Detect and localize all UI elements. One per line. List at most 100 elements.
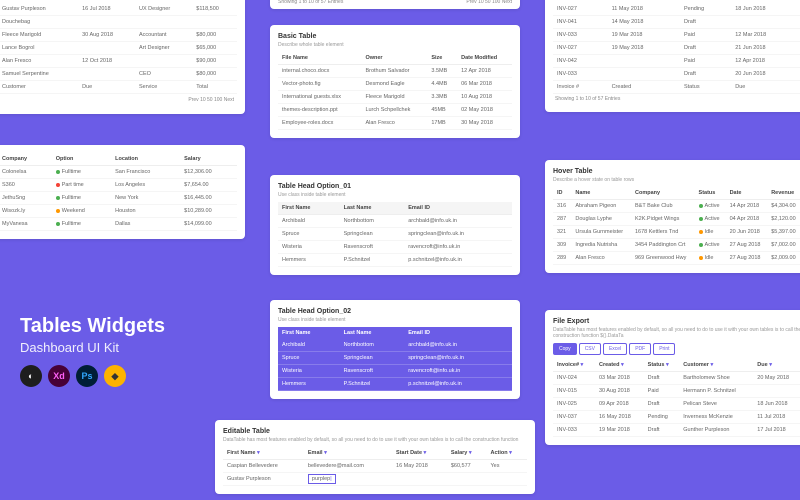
col-header: Name bbox=[571, 187, 631, 200]
print-button[interactable]: Print bbox=[653, 343, 675, 355]
cell: Draft bbox=[680, 68, 731, 81]
table-row[interactable]: themes-description.pptLurch Schpellchek4… bbox=[278, 104, 512, 117]
table-row[interactable]: Lance BogrolArt Designer$65,000 bbox=[0, 42, 237, 55]
cell: $7,654.00 bbox=[180, 179, 237, 192]
cell: INV-025 bbox=[553, 398, 595, 411]
cell: Ravenscroft bbox=[340, 365, 405, 378]
table-row[interactable]: INV-01530 Aug 2018PaidHermann P. Schnitz… bbox=[553, 385, 800, 398]
cell: 06 Mar 2018 bbox=[457, 78, 512, 91]
col-header: Date Modified bbox=[457, 52, 512, 65]
table-row[interactable]: ArchibaldNorthbottomarchbald@info.uk.in bbox=[278, 339, 512, 352]
table-row[interactable]: INV-033Draft20 Jun 2018 bbox=[553, 68, 800, 81]
table-row[interactable]: Caspian Bellevederebellevedere@mail.com1… bbox=[223, 460, 527, 473]
table-row[interactable]: Wisozk.lyWeekendHouston$10,289.00 bbox=[0, 205, 237, 218]
table-row[interactable]: CustomerDueServiceTotal bbox=[0, 81, 237, 94]
sketch-icon: ◆ bbox=[104, 365, 126, 387]
table-row[interactable]: HemmersP.Schnitzelp.schnitzel@info.uk.in bbox=[278, 378, 512, 391]
col-header: Size bbox=[427, 52, 457, 65]
table-row[interactable]: 287Douglas LypheK2K.Pidget WingsActive04… bbox=[553, 213, 800, 226]
cell: Spruce bbox=[278, 352, 340, 365]
cell: 19 Mar 2018 bbox=[608, 29, 680, 42]
pager[interactable]: Prev 10 50 100 Next bbox=[0, 94, 237, 106]
table-row[interactable]: Fleece Marigold30 Aug 2018Accountant$80,… bbox=[0, 29, 237, 42]
table-row[interactable]: INV-042Paid12 Apr 2018 bbox=[553, 55, 800, 68]
table-row[interactable]: Douchebag bbox=[0, 16, 237, 29]
table-row[interactable]: SpruceSpringcleanspringclean@info.uk.in bbox=[278, 228, 512, 241]
cell: 20 Jun 2018 bbox=[731, 68, 800, 81]
table-row[interactable]: Samuel SerpentineCEO$80,000 bbox=[0, 68, 237, 81]
cell: springclean@info.uk.in bbox=[404, 352, 512, 365]
cell: Fulltime bbox=[52, 192, 111, 205]
cell: archbald@info.uk.in bbox=[404, 339, 512, 352]
cell: Caspian Bellevedere bbox=[223, 460, 304, 473]
table-row[interactable]: ColonelsaFulltimeSan Francisco$12,306.00 bbox=[0, 166, 237, 179]
cell: Created bbox=[608, 81, 680, 94]
pager[interactable]: Prev 10 50 100 Next bbox=[466, 0, 512, 5]
cell: INV-041 bbox=[553, 16, 608, 29]
cell: Status bbox=[680, 81, 731, 94]
table-row[interactable]: SpruceSpringcleanspringclean@info.uk.in bbox=[278, 352, 512, 365]
table-row[interactable]: Gustav Purplesonpurplep| bbox=[223, 473, 527, 486]
excel-button[interactable]: Excel bbox=[603, 343, 627, 355]
table-row[interactable]: 289Alan Fresco969 Greenwood HwyIdle27 Au… bbox=[553, 252, 800, 265]
card-title: Basic Table bbox=[278, 33, 512, 40]
table-row[interactable]: 321Ursula Gurnmeister1678 Kettlers TndId… bbox=[553, 226, 800, 239]
table-row[interactable]: Invoice #CreatedStatusDue bbox=[553, 81, 800, 94]
cell: Wisteria bbox=[278, 365, 340, 378]
table-row[interactable]: INV-03319 Mar 2018DraftGunther Purpleson… bbox=[553, 424, 800, 437]
table-row[interactable]: Employee-roles.docxAlan Fresco17MB30 May… bbox=[278, 117, 512, 130]
card-basic-pager: Showing 1 to 10 of 57 Entries Prev 10 50… bbox=[270, 0, 520, 9]
cell: 02 May 2018 bbox=[457, 104, 512, 117]
table-row[interactable]: WisteriaRavenscroftravencroft@info.uk.in bbox=[278, 241, 512, 254]
cell: Los Angeles bbox=[111, 179, 180, 192]
cell: 11 Jul 2018 bbox=[753, 411, 800, 424]
cell: Accountant bbox=[135, 29, 192, 42]
table-row[interactable]: HemmersP.Schnitzelp.schnitzel@info.uk.in bbox=[278, 254, 512, 267]
cell: INV-033 bbox=[553, 29, 608, 42]
table-row[interactable]: INV-02403 Mar 2018DraftBartholomew Shoe2… bbox=[553, 372, 800, 385]
cell: CEO bbox=[135, 68, 192, 81]
table-row[interactable]: Gustav Purpleson16 Jul 2018UX Designer$1… bbox=[0, 3, 237, 16]
copy-button[interactable]: Copy bbox=[553, 343, 577, 355]
cell: Fleece Marigold bbox=[361, 91, 427, 104]
table-row[interactable]: INV-04114 May 2018Draft bbox=[553, 16, 800, 29]
table-row[interactable]: Alan Fresco12 Oct 2018$90,000 bbox=[0, 55, 237, 68]
cell: 12 Oct 2018 bbox=[78, 55, 135, 68]
table-row[interactable]: INV-02711 May 2018Pending18 Jun 2018 bbox=[553, 3, 800, 16]
cell bbox=[135, 55, 192, 68]
table-row[interactable]: WisteriaRavenscroftravencroft@info.uk.in bbox=[278, 365, 512, 378]
table-row[interactable]: INV-03319 Mar 2018Paid12 Mar 2018 bbox=[553, 29, 800, 42]
cell bbox=[608, 55, 680, 68]
table-row[interactable]: 316Abraham PigeonB&T Bake ClubActive14 A… bbox=[553, 200, 800, 213]
table-row[interactable]: 309Ingredia Nutrisha3454 Paddington CrtA… bbox=[553, 239, 800, 252]
cell: Idle bbox=[695, 226, 726, 239]
cell: 03 Mar 2018 bbox=[595, 372, 644, 385]
table-row[interactable]: S360Part timeLos Angeles$7,654.00 bbox=[0, 179, 237, 192]
cell: $7,002.00 bbox=[767, 239, 800, 252]
cell: Northbottom bbox=[340, 215, 405, 228]
cell: Employee-roles.docx bbox=[278, 117, 361, 130]
cell: Douchebag bbox=[0, 16, 78, 29]
cell: Active bbox=[695, 239, 726, 252]
table-row[interactable]: INV-03716 May 2018PendingInverness McKen… bbox=[553, 411, 800, 424]
table-row[interactable]: ArchibaldNorthbottomarchbald@info.uk.in bbox=[278, 215, 512, 228]
table-row[interactable]: MyVanesaFulltimeDallas$14,099.00 bbox=[0, 218, 237, 231]
col-header: Created ▾ bbox=[595, 359, 644, 372]
table-row[interactable]: internal.choco.docxBrothum Salvador3.5MB… bbox=[278, 65, 512, 78]
cell: 12 Apr 2018 bbox=[731, 55, 800, 68]
cell: INV-015 bbox=[553, 385, 595, 398]
csv-button[interactable]: CSV bbox=[579, 343, 601, 355]
table-row[interactable]: INV-02719 May 2018Draft21 Jun 2018 bbox=[553, 42, 800, 55]
table-row[interactable]: INV-02509 Apr 2018DraftPelican Steve18 J… bbox=[553, 398, 800, 411]
table-row[interactable]: JethuSngFulltimeNew York$16,445.00 bbox=[0, 192, 237, 205]
pdf-button[interactable]: PDF bbox=[629, 343, 651, 355]
showing: Showing 1 to 10 of 57 Entries bbox=[278, 0, 343, 5]
cell: Desmond Eagle bbox=[361, 78, 427, 91]
table-row[interactable]: Vector-photo.figDesmond Eagle4.4MB06 Mar… bbox=[278, 78, 512, 91]
cell: Due bbox=[78, 81, 135, 94]
cell: 19 May 2018 bbox=[608, 42, 680, 55]
table-row[interactable]: International guests.xlsxFleece Marigold… bbox=[278, 91, 512, 104]
cell: 27 Aug 2018 bbox=[726, 239, 768, 252]
col-header: Company bbox=[0, 153, 52, 166]
hero-title: Tables Widgets bbox=[20, 315, 165, 338]
